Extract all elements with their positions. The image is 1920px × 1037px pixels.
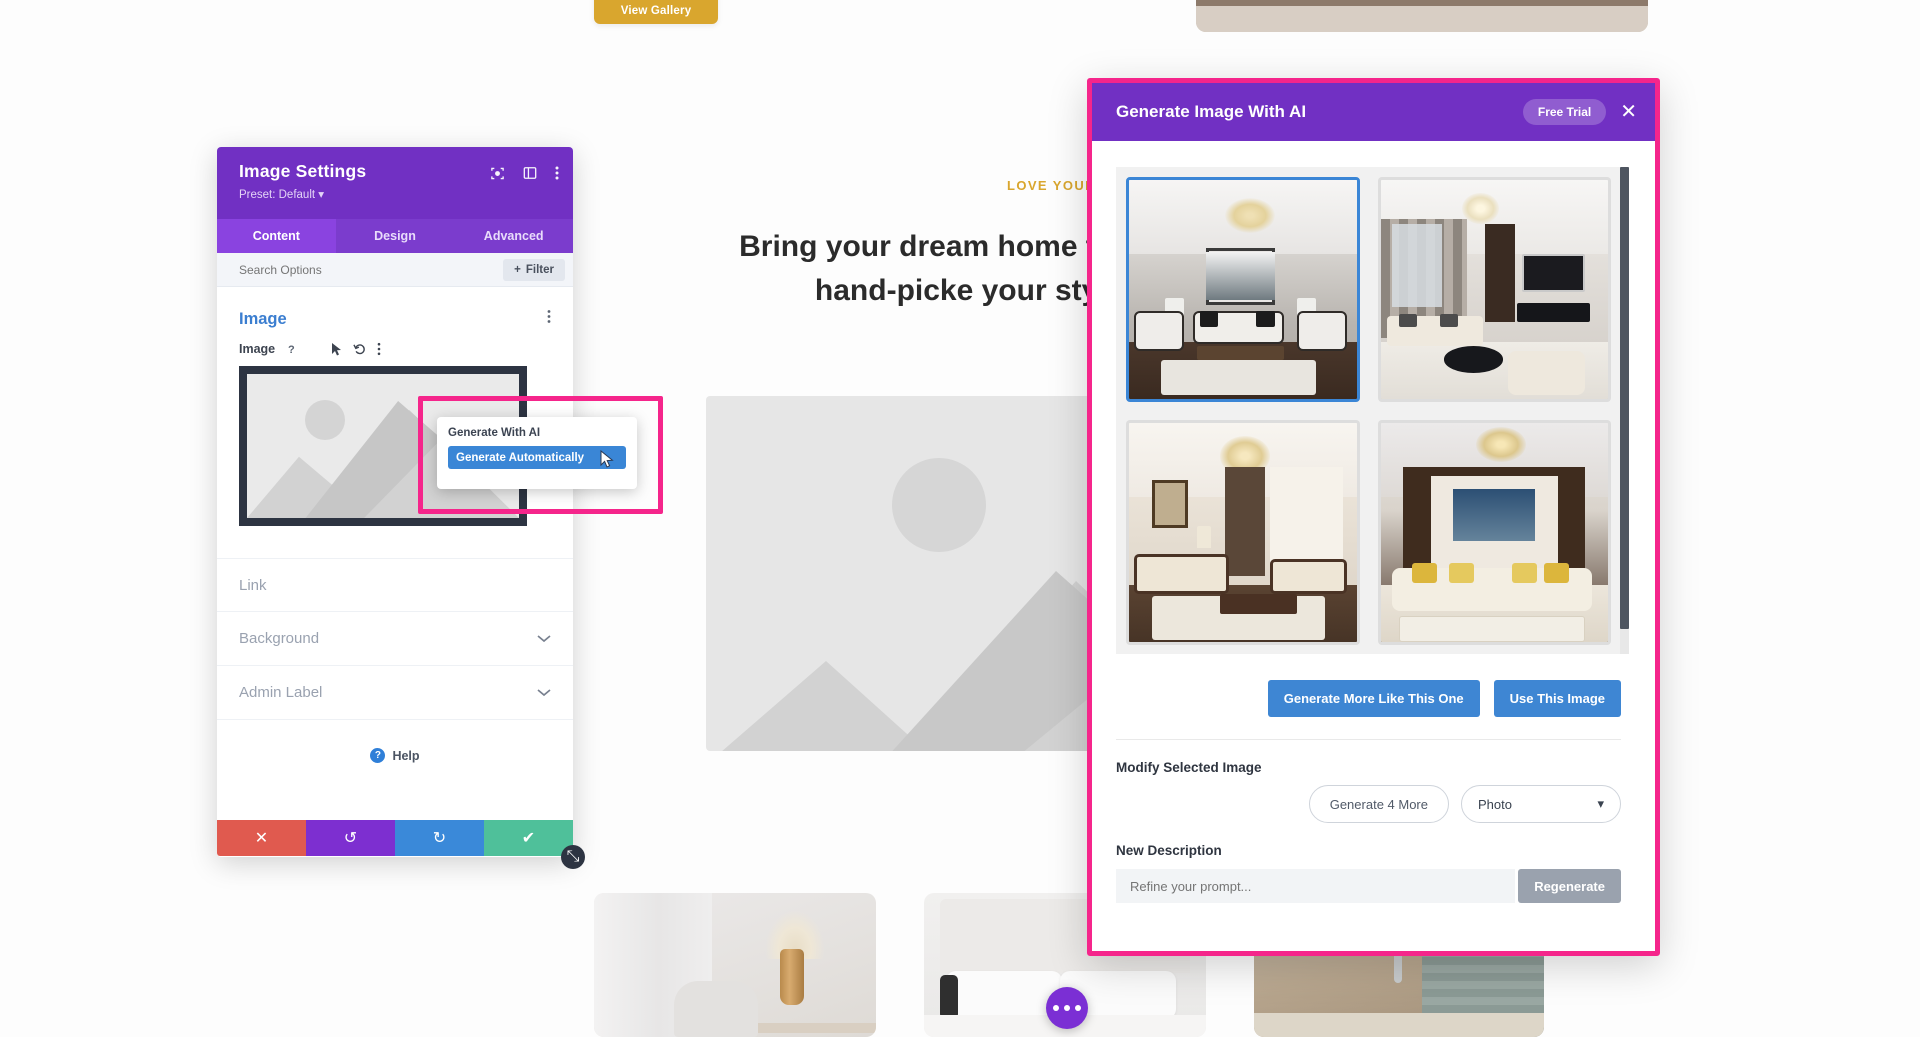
search-options-bar: + Filter (217, 253, 573, 287)
dot-3 (1075, 1005, 1081, 1011)
accordion-admin-label[interactable]: Admin Label (217, 666, 573, 720)
style-select-value: Photo (1478, 796, 1512, 812)
room-art (1380, 180, 1608, 399)
new-description-row: Regenerate (1116, 869, 1621, 903)
accordion-link-label: Link (239, 576, 267, 594)
modify-selected-image-label: Modify Selected Image (1116, 760, 1262, 775)
more-vertical-icon[interactable] (555, 165, 559, 181)
reset-undo-icon[interactable] (353, 342, 366, 356)
image-group-icons (519, 309, 551, 329)
preset-selector[interactable]: Preset: Default ▾ (239, 187, 557, 201)
generate-with-ai-label: Generate With AI (448, 427, 541, 439)
generated-image-2[interactable] (1377, 177, 1611, 402)
chevron-down-icon: ▾ (1597, 796, 1604, 811)
generate-image-with-ai-modal: Generate Image With AI Free Trial ✕ Gene… (1087, 78, 1660, 956)
ai-modal-header: Generate Image With AI Free Trial ✕ (1092, 83, 1655, 141)
help-question-icon[interactable]: ? (286, 342, 298, 356)
accordion-link[interactable]: Link (217, 558, 573, 612)
tab-design[interactable]: Design (336, 219, 455, 253)
chevron-down-icon (537, 577, 551, 594)
hover-cursor-icon[interactable] (331, 342, 342, 356)
accordion-admin-label-text: Admin Label (239, 684, 323, 701)
ai-modal-header-right: Free Trial ✕ (1522, 99, 1637, 125)
more-vertical-icon[interactable] (377, 342, 381, 356)
tab-advanced[interactable]: Advanced (454, 219, 573, 253)
screen-root: View Gallery LOVE YOUR S Bring your drea… (0, 0, 1920, 1037)
search-input[interactable] (239, 262, 504, 277)
ai-modal-title: Generate Image With AI (1116, 102, 1307, 121)
scrollbar-thumb[interactable] (1620, 167, 1629, 629)
responsive-mobile-icon[interactable] (309, 341, 320, 356)
more-vertical-icon[interactable] (547, 309, 551, 329)
generate-automatically-label: Generate Automatically (456, 451, 585, 464)
save-button[interactable]: ✔ (484, 820, 573, 856)
accordion-background-label: Background (239, 630, 320, 647)
dot-2 (1064, 1005, 1070, 1011)
chevron-up-icon[interactable] (519, 310, 533, 328)
mouse-cursor-icon (600, 450, 614, 468)
chevron-down-icon (537, 684, 551, 701)
plus-icon: + (514, 263, 521, 276)
settings-panel-body: Image Image ? Link Background Admin Labe… (217, 287, 573, 820)
chevron-down-icon: ▾ (318, 189, 325, 201)
help-link[interactable]: ? Help (217, 748, 573, 763)
ai-action-buttons: Generate More Like This One Use This Ima… (1116, 680, 1621, 717)
settings-header-icon-group (490, 165, 559, 181)
settings-tabs: Content Design Advanced (217, 219, 573, 253)
svg-text:?: ? (288, 344, 295, 356)
placeholder-circle (892, 458, 986, 552)
generate-4-more-button[interactable]: Generate 4 More (1308, 785, 1449, 823)
status-badge: Free Trial (1522, 99, 1607, 125)
filter-button[interactable]: + Filter (503, 258, 565, 281)
room-art (1129, 180, 1357, 399)
dot-1 (1053, 1005, 1059, 1011)
filter-label: Filter (525, 263, 554, 276)
hero-photo-top (1196, 0, 1648, 32)
preset-label: Preset: Default (239, 189, 316, 201)
images-scrollbar[interactable] (1620, 167, 1629, 654)
undo-button[interactable]: ↺ (306, 820, 395, 856)
target-icon[interactable] (490, 166, 505, 181)
modify-controls-row: Generate 4 More Photo ▾ (1116, 785, 1621, 823)
help-icon: ? (370, 748, 386, 763)
generated-images-panel (1116, 167, 1629, 654)
regenerate-button[interactable]: Regenerate (1518, 869, 1621, 903)
settings-panel-header: Image Settings Preset: Default ▾ (217, 147, 573, 219)
style-select[interactable]: Photo ▾ (1461, 785, 1621, 823)
gallery-image-1 (594, 893, 876, 1037)
generated-image-4[interactable] (1377, 420, 1611, 645)
generated-image-1[interactable] (1126, 177, 1360, 402)
image-group-title: Image (239, 309, 287, 328)
image-field-row: Image ? (217, 339, 573, 356)
generate-with-ai-popup: Generate With AI Generate Automatically (437, 417, 637, 489)
close-icon[interactable]: ✕ (1620, 102, 1637, 122)
chevron-down-icon (537, 630, 551, 647)
room-art (1129, 423, 1357, 642)
tab-content[interactable]: Content (217, 219, 336, 253)
help-label: Help (392, 748, 420, 763)
ai-modal-content: Generate More Like This One Use This Ima… (1092, 141, 1655, 903)
generate-automatically-button[interactable]: Generate Automatically (448, 446, 626, 469)
placeholder-circle (305, 400, 345, 440)
generated-image-3[interactable] (1126, 420, 1360, 645)
section-divider (1116, 739, 1621, 740)
use-this-image-button[interactable]: Use This Image (1493, 680, 1621, 717)
view-gallery-label: View Gallery (620, 5, 692, 17)
prompt-input[interactable] (1116, 869, 1516, 903)
divi-menu-fab[interactable] (1046, 987, 1088, 1029)
cancel-button[interactable]: ✕ (217, 820, 306, 856)
layout-panel-icon[interactable] (523, 166, 537, 180)
accordion-background[interactable]: Background (217, 612, 573, 666)
generated-images-grid (1126, 177, 1611, 645)
view-gallery-button[interactable]: View Gallery (594, 0, 718, 24)
image-field-label: Image (239, 341, 276, 356)
room-art (1380, 423, 1608, 642)
image-group-header: Image (217, 287, 573, 339)
redo-button[interactable]: ↻ (395, 820, 484, 856)
generate-more-like-this-button[interactable]: Generate More Like This One (1267, 680, 1480, 717)
resize-handle[interactable]: ⤡ (561, 845, 585, 869)
settings-footer: ✕ ↺ ↻ ✔ (217, 820, 573, 856)
new-description-label: New Description (1116, 843, 1222, 858)
